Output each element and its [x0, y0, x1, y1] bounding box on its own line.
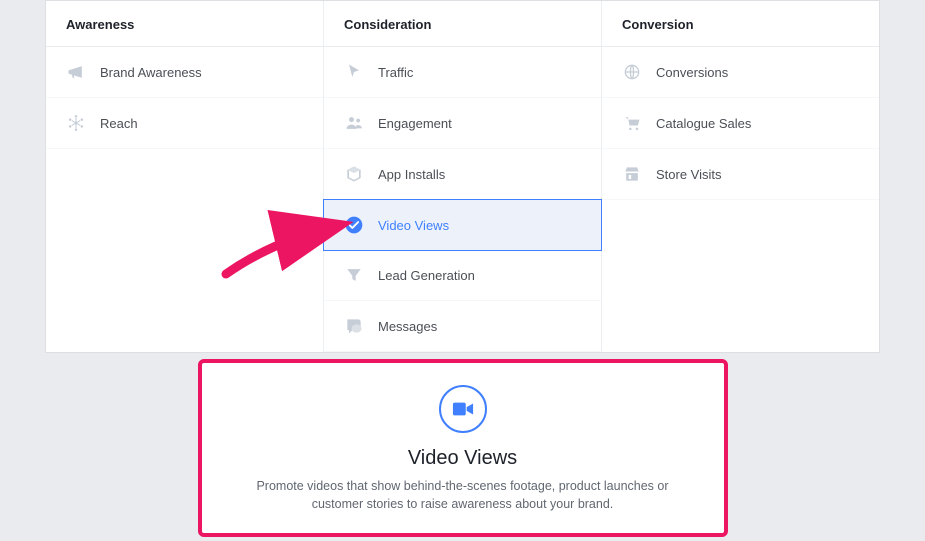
detail-description: Promote videos that show behind-the-scen…	[248, 478, 678, 513]
option-conversions[interactable]: Conversions	[602, 47, 879, 98]
option-label: Store Visits	[656, 167, 722, 182]
option-label: Video Views	[378, 218, 449, 233]
objective-columns: Awareness Brand Awareness Reach Consider…	[46, 1, 879, 352]
objective-panel: Awareness Brand Awareness Reach Consider…	[45, 0, 880, 353]
option-label: Lead Generation	[378, 268, 475, 283]
option-label: Brand Awareness	[100, 65, 202, 80]
option-video-views[interactable]: Video Views	[323, 199, 602, 251]
people-icon	[344, 113, 364, 133]
option-messages[interactable]: Messages	[324, 301, 601, 352]
objective-detail-card: Video Views Promote videos that show beh…	[198, 359, 728, 537]
option-brand-awareness[interactable]: Brand Awareness	[46, 47, 323, 98]
option-label: Reach	[100, 116, 138, 131]
option-label: App Installs	[378, 167, 445, 182]
cart-icon	[622, 113, 642, 133]
snowflake-icon	[66, 113, 86, 133]
chat-icon	[344, 316, 364, 336]
option-lead-generation[interactable]: Lead Generation	[324, 250, 601, 301]
funnel-icon	[344, 265, 364, 285]
store-icon	[622, 164, 642, 184]
option-traffic[interactable]: Traffic	[324, 47, 601, 98]
detail-title: Video Views	[232, 447, 694, 470]
megaphone-icon	[66, 62, 86, 82]
video-camera-icon	[439, 385, 487, 433]
column-consideration: Consideration Traffic Engagement App Ins…	[324, 1, 602, 352]
option-label: Conversions	[656, 65, 728, 80]
option-store-visits[interactable]: Store Visits	[602, 149, 879, 200]
cursor-icon	[344, 62, 364, 82]
column-awareness: Awareness Brand Awareness Reach	[46, 1, 324, 352]
option-app-installs[interactable]: App Installs	[324, 149, 601, 200]
option-label: Engagement	[378, 116, 452, 131]
check-circle-icon	[344, 215, 364, 235]
column-header-consideration: Consideration	[324, 1, 601, 47]
option-reach[interactable]: Reach	[46, 98, 323, 149]
option-label: Catalogue Sales	[656, 116, 751, 131]
option-catalogue-sales[interactable]: Catalogue Sales	[602, 98, 879, 149]
box-icon	[344, 164, 364, 184]
globe-icon	[622, 62, 642, 82]
option-label: Messages	[378, 319, 437, 334]
option-engagement[interactable]: Engagement	[324, 98, 601, 149]
column-header-awareness: Awareness	[46, 1, 323, 47]
option-label: Traffic	[378, 65, 413, 80]
column-header-conversion: Conversion	[602, 1, 879, 47]
column-conversion: Conversion Conversions Catalogue Sales S…	[602, 1, 879, 352]
